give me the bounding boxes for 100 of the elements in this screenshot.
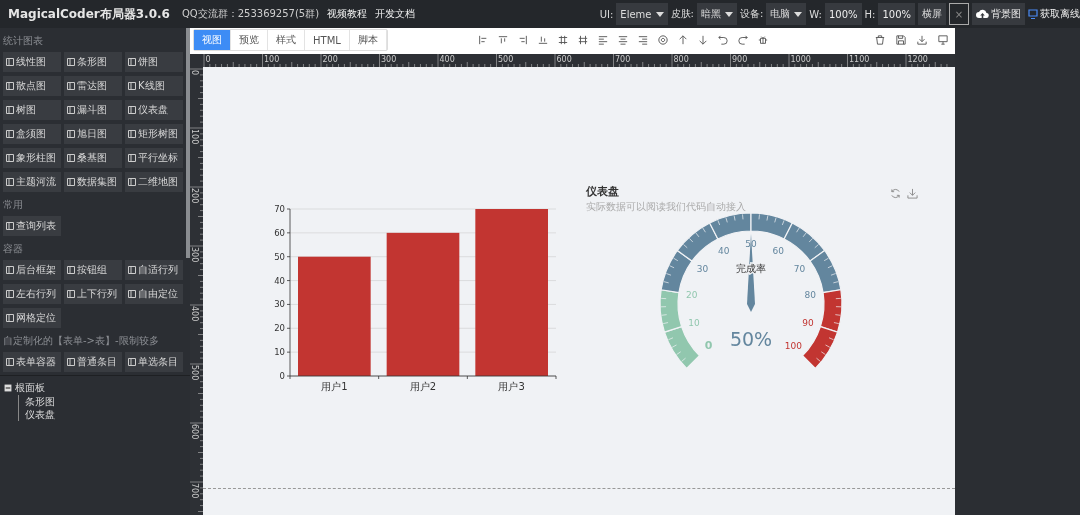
axis-label: 50 (274, 251, 285, 262)
tick-label: 20 (686, 289, 698, 300)
axis-label: 30 (274, 299, 285, 310)
download-icon[interactable] (907, 188, 918, 199)
text-align-left-icon[interactable] (597, 35, 608, 45)
header-link[interactable]: 开发文档 (375, 7, 416, 21)
monitor-icon[interactable] (938, 35, 948, 45)
section-title: 自定制化的【表单->表】-限制较多 (3, 334, 160, 348)
component-button[interactable]: 饼图 (125, 52, 183, 72)
component-button[interactable]: 主题河流 (3, 172, 61, 192)
tick-label: 10 (688, 317, 700, 328)
tree-item[interactable]: 条形图 (25, 396, 55, 407)
component-button[interactable]: 二维地图 (125, 172, 183, 192)
download-icon[interactable] (917, 35, 927, 45)
tick-label: 100 (784, 341, 802, 352)
component-button[interactable]: 网格定位 (3, 308, 61, 328)
component-button[interactable]: 自由定位 (125, 284, 183, 304)
component-button[interactable]: 表单容器 (3, 352, 61, 372)
component-button[interactable]: 平行坐标 (125, 148, 183, 168)
axis-label: 用户1 (321, 381, 348, 392)
setting-label: UI: (599, 8, 614, 20)
down-arrow-icon[interactable] (697, 35, 708, 45)
landscape-button[interactable]: 横屏 (918, 3, 946, 25)
component-button[interactable]: 条形图 (64, 52, 122, 72)
setting-label: 皮肤: (670, 7, 694, 21)
collapse-icon[interactable] (4, 384, 12, 392)
bug-icon[interactable] (757, 35, 768, 45)
component-button[interactable]: 查询列表 (3, 216, 61, 236)
app-title: MagicalCoder布局器3.0.6 (8, 5, 170, 23)
component-button[interactable]: 盒须图 (3, 124, 61, 144)
component-button[interactable]: 按钮组 (64, 260, 122, 280)
tick-label: 30 (696, 263, 709, 274)
text-align-right-icon[interactable] (637, 35, 648, 45)
tick-label: 60 (772, 245, 784, 256)
refresh-icon[interactable] (890, 188, 901, 199)
chart-subtitle: 实际数据可以阅读我们代码自动接入 (586, 200, 746, 214)
scrollbar[interactable] (186, 28, 190, 258)
save-icon[interactable] (896, 35, 906, 45)
axis-label: 60 (274, 227, 285, 238)
component-button[interactable]: 仪表盘 (125, 100, 183, 120)
axis-label: 70 (274, 204, 285, 214)
component-button[interactable]: 旭日图 (64, 124, 122, 144)
component-button[interactable]: 数据集图 (64, 172, 122, 192)
component-button[interactable]: 自适行列 (125, 260, 183, 280)
redo-icon[interactable] (737, 35, 748, 45)
component-button[interactable]: 左右行列 (3, 284, 61, 304)
component-button[interactable]: 普通条目 (64, 352, 122, 372)
horizontal-ruler: 0 100 200 300 400 500 600 700 800 900 1000 1100 1200 (203, 54, 955, 67)
tick-label: 90 (802, 317, 814, 328)
chart-title: 仪表盘 (586, 184, 620, 199)
vertical-ruler: 0 100 200 300 400 500 600 700 (190, 67, 203, 515)
distribute-vertical-icon[interactable] (557, 35, 568, 45)
offline-link[interactable]: 获取离线 (1028, 7, 1080, 21)
component-button[interactable]: 线性图 (3, 52, 61, 72)
component-button[interactable]: 矩形树图 (125, 124, 183, 144)
component-button[interactable]: 散点图 (3, 76, 61, 96)
select-field[interactable]: Eleme (616, 3, 668, 25)
component-button[interactable]: 后台框架 (3, 260, 61, 280)
caret-icon (724, 11, 733, 17)
component-button[interactable]: 单选条目 (125, 352, 183, 372)
align-right-icon[interactable] (517, 35, 528, 45)
axis-label: 用户2 (409, 381, 437, 392)
radio-icon[interactable] (657, 35, 668, 45)
trash-icon[interactable] (875, 35, 885, 45)
up-arrow-icon[interactable] (677, 35, 688, 45)
header-link[interactable]: 视频教程 (327, 7, 368, 21)
input-field[interactable]: 100% (824, 3, 862, 25)
tick-label: 80 (804, 289, 816, 300)
input-field[interactable]: 100% (878, 3, 915, 25)
component-button[interactable]: 树图 (3, 100, 61, 120)
component-button[interactable]: K线图 (125, 76, 183, 96)
ruler-corner (190, 54, 203, 67)
select-field[interactable]: 暗黑 (696, 3, 737, 25)
align-top-icon[interactable] (497, 35, 508, 45)
tick-label: 50 (745, 239, 757, 249)
caret-icon (655, 11, 664, 17)
component-button[interactable]: 象形柱图 (3, 148, 61, 168)
setting-label: 设备: (739, 7, 764, 21)
axis-label: 10 (274, 347, 285, 358)
axis-label: 20 (274, 323, 285, 334)
text-align-center-icon[interactable] (617, 35, 628, 45)
component-button[interactable]: 漏斗图 (64, 100, 122, 120)
tree-item[interactable]: 根面板 (15, 381, 45, 395)
background-button[interactable]: 背景图 (972, 3, 1025, 25)
close-button[interactable]: × (949, 3, 969, 25)
section-title: 常用 (3, 198, 24, 212)
distribute-horizontal-icon[interactable] (577, 35, 588, 45)
axis-label: 用户3 (498, 381, 525, 392)
component-button[interactable]: 雷达图 (64, 76, 122, 96)
undo-icon[interactable] (717, 35, 728, 45)
group-info: QQ交流群：253369257(5群) (181, 7, 320, 21)
caret-icon (794, 11, 803, 17)
component-button[interactable]: 桑基图 (64, 148, 122, 168)
select-field[interactable]: 电脑 (766, 3, 807, 25)
align-left-icon[interactable] (477, 35, 488, 45)
component-button[interactable]: 上下行列 (64, 284, 122, 304)
cloud-upload-icon (976, 9, 989, 19)
tree-item[interactable]: 仪表盘 (25, 409, 55, 420)
setting-label: W: (809, 8, 822, 20)
align-bottom-icon[interactable] (537, 35, 548, 45)
